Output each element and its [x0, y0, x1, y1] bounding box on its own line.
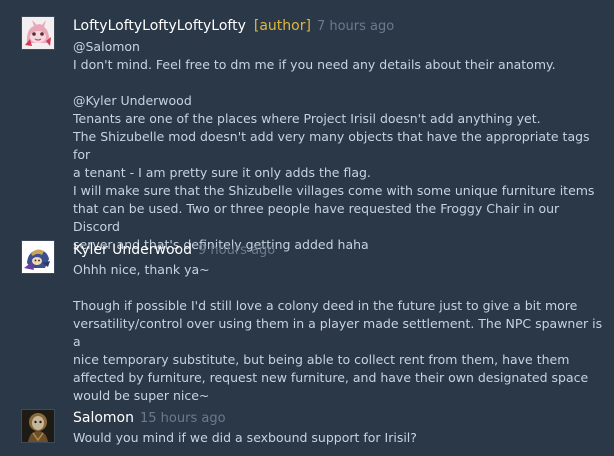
avatar[interactable] — [21, 240, 55, 274]
timestamp: 15 hours ago — [140, 411, 226, 426]
avatar-pink-creature-icon — [22, 17, 54, 49]
comment-body: @Salomon I don't mind. Feel free to dm m… — [73, 38, 603, 254]
comment-line: a tenant - I am pretty sure it only adds… — [73, 165, 371, 180]
comment-line: versatility/control over using them in a… — [73, 316, 603, 349]
avatar-character-icon — [22, 241, 54, 273]
author-line: Kyler Underwood 9 hours ago — [73, 242, 275, 258]
comment-line: I don't mind. Feel free to dm me if you … — [73, 57, 556, 72]
comment-line: that can be used. Two or three people ha… — [73, 201, 560, 234]
author-line: Salomon 15 hours ago — [73, 410, 226, 426]
comment-line: would be super nice~ — [73, 388, 210, 403]
avatar[interactable] — [21, 409, 55, 443]
comment-line: @Kyler Underwood — [73, 93, 192, 108]
author-line: LoftyLoftyLoftyLoftyLofty [author] 7 hours… — [73, 18, 394, 34]
timestamp: 7 hours ago — [316, 19, 395, 34]
comment-line: Though if possible I'd still love a colo… — [73, 298, 578, 313]
author-badge: [author] — [253, 18, 311, 34]
author-name[interactable]: LoftyLoftyLoftyLoftyLofty — [73, 18, 246, 34]
comment-line: Tenants are one of the places where Proj… — [73, 111, 541, 126]
comment-line: affected by furniture, request new furni… — [73, 370, 589, 385]
comment-line: The Shizubelle mod doesn't add very many… — [73, 129, 590, 162]
comment-body: Would you mind if we did a sexbound supp… — [73, 429, 603, 447]
comment-line: nice temporary substitute, but being abl… — [73, 352, 570, 367]
author-name[interactable]: Kyler Underwood — [73, 242, 192, 258]
avatar-armored-figure-icon — [22, 410, 54, 442]
comment-line: Would you mind if we did a sexbound supp… — [73, 430, 417, 445]
comment-line: Ohhh nice, thank ya~ — [73, 262, 210, 277]
avatar[interactable] — [21, 16, 55, 50]
comment-body: Ohhh nice, thank ya~ Though if possible … — [73, 261, 603, 405]
author-name[interactable]: Salomon — [73, 410, 134, 426]
comment-line: @Salomon — [73, 39, 140, 54]
comment-line: I will make sure that the Shizubelle vil… — [73, 183, 595, 198]
timestamp: 9 hours ago — [198, 243, 276, 258]
